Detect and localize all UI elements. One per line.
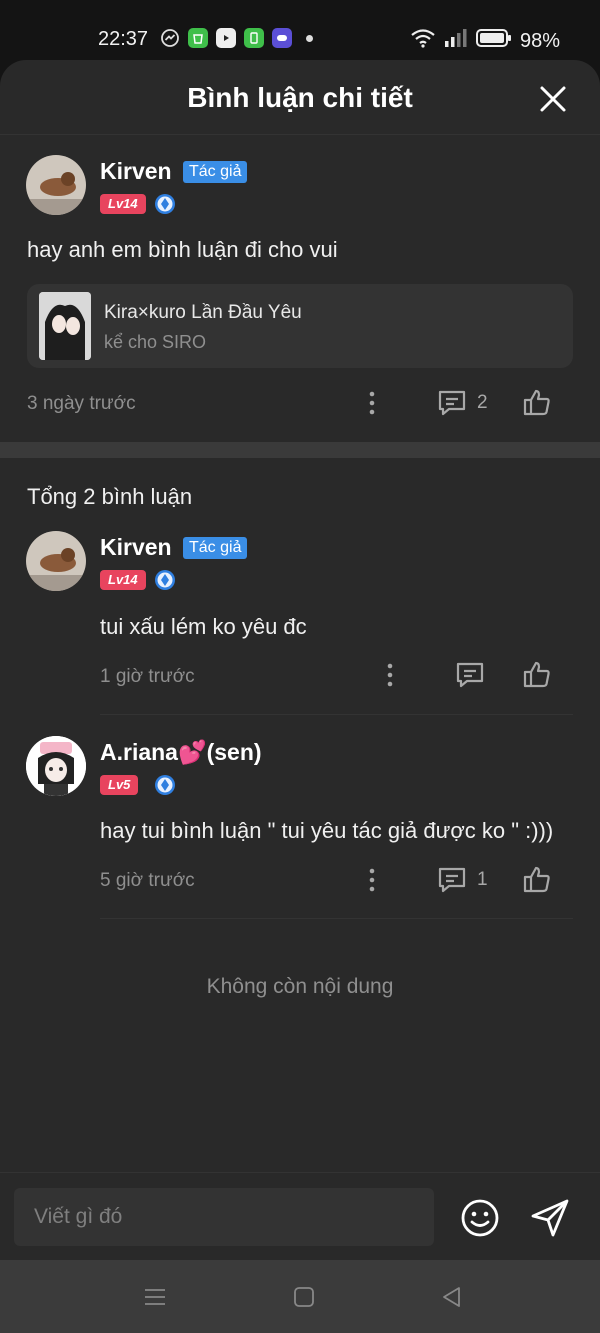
signal-icon [444,29,468,53]
emoji-button[interactable] [459,1197,501,1239]
comment-composer [0,1172,600,1260]
avatar[interactable] [26,531,86,591]
diamond-badge-icon [154,569,176,591]
status-notification-icons [160,28,313,48]
comment-time: 1 giờ trước [100,666,195,687]
username[interactable]: A.riana💕(sen) [100,739,262,766]
username[interactable]: Kirven [100,158,172,185]
smiley-icon [461,1199,499,1237]
messenger-icon [160,28,180,48]
status-time: 22:37 [98,28,149,50]
avatar[interactable] [26,155,86,215]
reply-button[interactable]: 1 [437,865,488,895]
battery-icon [475,29,512,53]
username[interactable]: Kirven [100,534,172,561]
level-badge: Lv14 [100,194,146,214]
more-vertical-icon [369,391,375,415]
thumbs-up-icon [523,389,550,416]
menu-icon [145,1289,165,1305]
comment-text: hay anh em bình luận đi cho vui [27,237,338,262]
like-button[interactable] [522,864,552,894]
comment-text: tui xấu lém ko yêu đc [100,614,307,639]
author-badge: Tác giả [183,161,248,183]
more-vertical-icon [369,868,375,892]
menu-nav-button[interactable] [143,1285,167,1309]
battery-app-icon [244,28,264,48]
diamond-badge-icon [154,774,176,796]
author-badge: Tác giả [183,537,248,559]
more-options-button[interactable] [380,660,400,690]
more-vertical-icon [387,663,393,687]
story-subtitle: kể cho SIRO [104,332,207,352]
square-icon [294,1287,314,1307]
game-app-icon [272,28,292,48]
youtube-icon [216,28,236,48]
thumbs-up-icon [523,661,550,688]
comment-icon [438,390,466,416]
comment-text: hay tui bình luận " tui yêu tác giả được… [100,818,554,843]
close-button[interactable] [538,84,568,114]
more-options-button[interactable] [362,865,382,895]
sheet-header: Bình luận chi tiết [0,60,600,135]
status-right: 98% [410,28,560,54]
row-divider [100,714,573,715]
like-button[interactable] [522,387,552,417]
comment-icon [456,662,484,688]
avatar[interactable] [26,736,86,796]
wifi-icon [410,28,436,54]
back-triangle-icon [443,1287,460,1307]
end-of-content-label: Không còn nội dung [206,975,394,998]
story-thumbnail [39,292,91,360]
level-badge: Lv14 [100,570,146,590]
send-icon [531,1199,569,1237]
system-nav-bar [0,1260,600,1333]
comment-detail-sheet: Bình luận chi tiết Kirven Tác giả Lv14 h… [0,60,600,1260]
diamond-badge-icon [154,193,176,215]
home-nav-button[interactable] [292,1285,316,1309]
shop-app-icon [188,28,208,48]
more-notifications-dot [306,34,313,42]
comment-time: 3 ngày trước [27,393,136,414]
send-button[interactable] [529,1197,571,1239]
reply-count: 2 [477,392,488,413]
comment-time: 5 giờ trước [100,870,195,891]
back-nav-button[interactable] [440,1285,464,1309]
row-divider [100,918,573,919]
battery-percentage: 98% [519,29,560,52]
comment-input[interactable] [14,1188,434,1246]
total-comments-label: Tổng 2 bình luận [27,484,193,509]
section-divider [0,442,600,458]
comment-icon [438,867,466,893]
story-card[interactable]: Kira×kuro Lần Đầu Yêu kể cho SIRO [27,284,573,368]
more-options-button[interactable] [362,388,382,418]
like-button[interactable] [522,659,552,689]
thumbs-up-icon [523,866,550,893]
reply-button[interactable]: 2 [437,388,488,418]
page-title: Bình luận chi tiết [187,82,413,113]
level-badge: Lv5 [100,775,139,795]
reply-count: 1 [477,869,488,890]
story-title: Kira×kuro Lần Đầu Yêu [104,302,302,323]
close-icon [540,86,566,112]
reply-button[interactable] [455,660,485,690]
